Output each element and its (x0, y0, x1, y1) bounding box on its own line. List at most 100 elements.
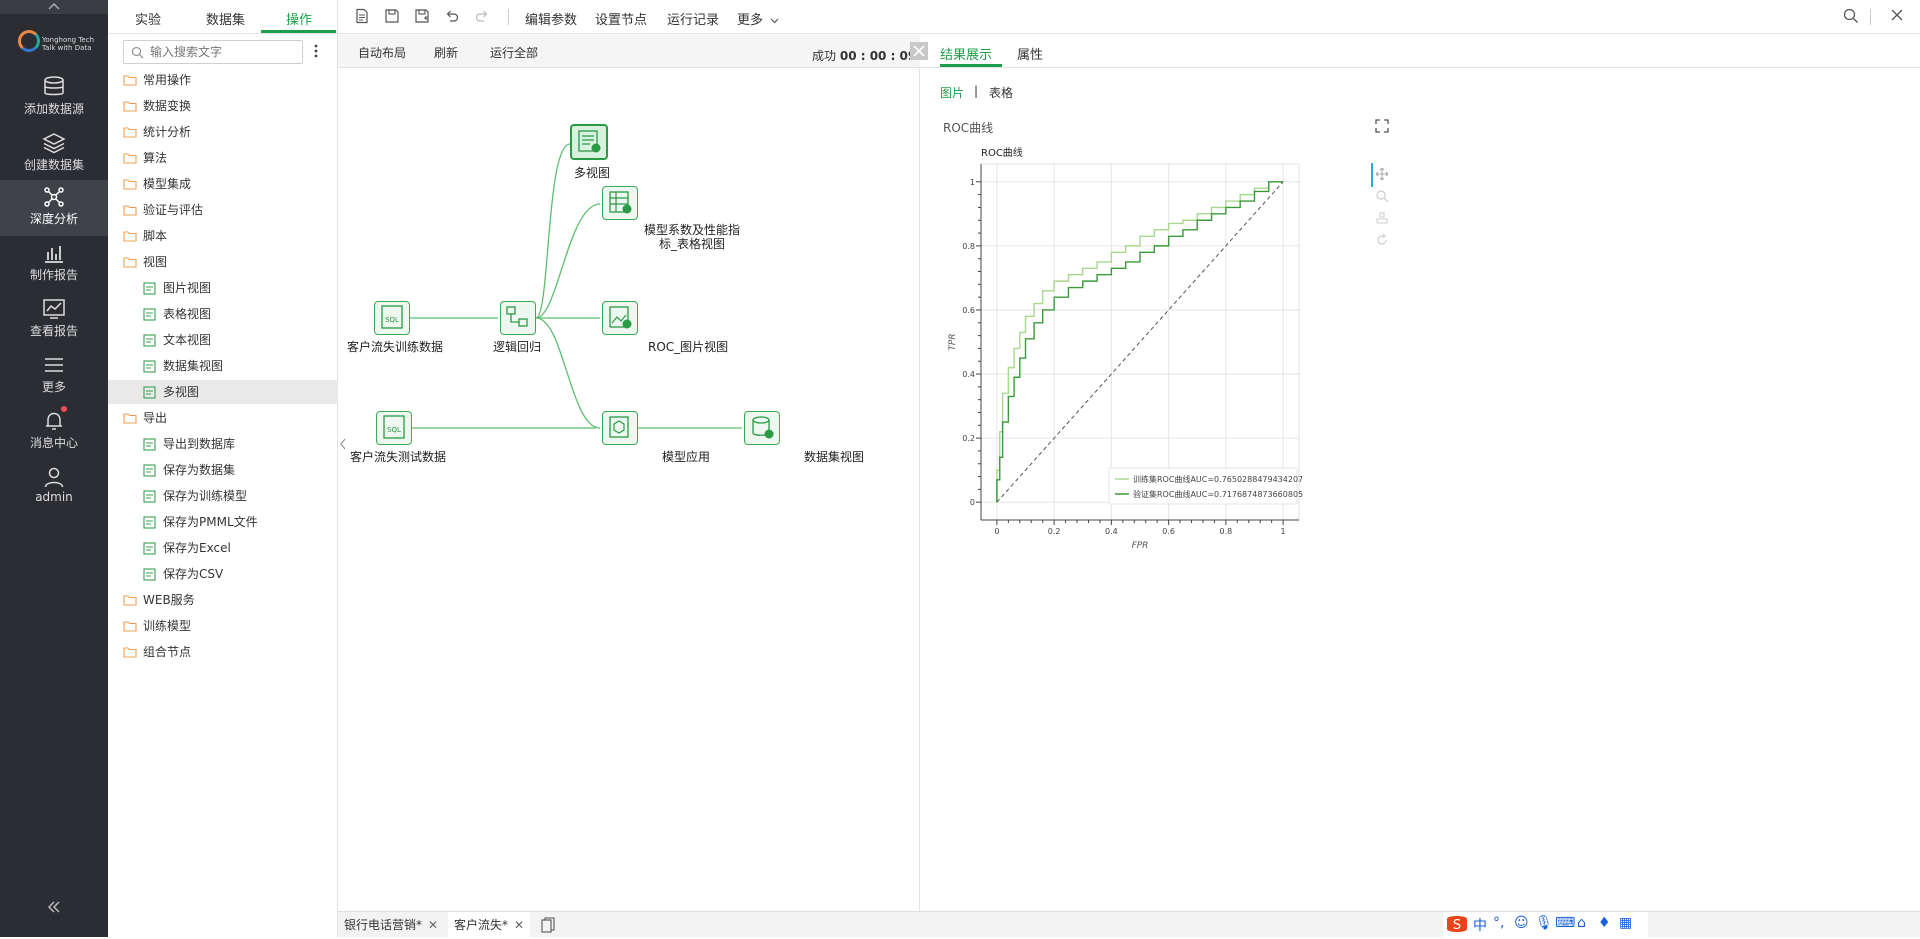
chevron-down-icon (770, 18, 779, 23)
tree-item[interactable]: 保存为Excel (108, 536, 338, 560)
tree-folder[interactable]: 常用操作 (108, 68, 338, 92)
tree-folder[interactable]: 算法 (108, 146, 338, 170)
more-options-button[interactable] (314, 44, 318, 61)
canvas-collapse-handle[interactable] (338, 434, 348, 454)
tree-folder[interactable]: 数据变换 (108, 94, 338, 118)
ime-lang[interactable]: 中 (1473, 915, 1487, 935)
ime-skin-icon[interactable]: ♦ (1598, 915, 1611, 931)
operator-icon (143, 360, 156, 373)
node-multiview[interactable] (570, 124, 608, 160)
tree-item[interactable]: 多视图 (108, 380, 338, 404)
node-label-line: 标_表格视图 (659, 237, 726, 251)
close-icon[interactable] (1890, 8, 1904, 22)
auto-layout-button[interactable]: 自动布局 (358, 44, 406, 61)
undo-icon[interactable] (444, 8, 460, 24)
tree-folder[interactable]: 验证与评估 (108, 198, 338, 222)
node-coef-table-view[interactable] (602, 186, 638, 220)
nav-deep-analysis[interactable]: 深度分析 (0, 180, 108, 236)
tab-result-display[interactable]: 结果展示 (940, 44, 992, 63)
node-logistic-regression[interactable] (500, 301, 536, 335)
nav-more[interactable]: 更多 (0, 348, 108, 404)
new-file-icon[interactable] (354, 8, 370, 24)
nav-collapse-up[interactable] (0, 0, 108, 14)
node-label: 客户流失测试数据 (350, 450, 447, 464)
tab-operations[interactable]: 操作 (286, 9, 312, 28)
more-label: 更多 (737, 13, 764, 28)
ime-mic-icon[interactable]: 🎙 (1535, 915, 1553, 931)
tree-item[interactable]: 图片视图 (108, 276, 338, 300)
tree-folder[interactable]: 导出 (108, 406, 338, 430)
close-icon[interactable]: ✕ (514, 918, 524, 932)
node-roc-picture-view[interactable] (602, 301, 638, 335)
node-dataset-view[interactable] (744, 411, 780, 445)
ime-menu-icon[interactable]: ▦ (1619, 915, 1632, 931)
node-train-data[interactable]: SQL (374, 301, 410, 335)
search-icon[interactable] (1843, 8, 1859, 24)
double-chevron-left-icon (47, 901, 60, 913)
run-all-button[interactable]: 运行全部 (490, 44, 538, 61)
ime-punct-icon[interactable]: °, (1493, 915, 1504, 931)
ime-emoji-icon[interactable]: ☺ (1514, 915, 1529, 931)
nav-view-report[interactable]: 查看报告 (0, 292, 108, 348)
folder-icon (123, 205, 137, 216)
tree-item[interactable]: 数据集视图 (108, 354, 338, 378)
workflow-canvas[interactable]: SQL 客户流失训练数据 逻辑回归 多视图 模型系数及性能指 标_表格视图 ROC… (338, 68, 920, 911)
doc-tab-customer-churn[interactable]: 客户流失* ✕ (448, 912, 531, 938)
more-menu-button[interactable]: 更多 (737, 9, 779, 28)
copy-icon[interactable] (541, 917, 555, 933)
run-log-button[interactable]: 运行记录 (667, 9, 719, 28)
zoom-tool[interactable] (1375, 189, 1389, 206)
ime-tools-icon[interactable]: ⌂ (1577, 915, 1586, 931)
toolbar-divider (508, 9, 509, 25)
tree-folder[interactable]: 脚本 (108, 224, 338, 248)
refresh-button[interactable]: 刷新 (434, 44, 458, 61)
tree-folder[interactable]: 组合节点 (108, 640, 338, 664)
table-view-icon (609, 191, 632, 214)
tree-item[interactable]: 保存为数据集 (108, 458, 338, 482)
nav-create-dataset[interactable]: 创建数据集 (0, 126, 108, 182)
pan-tool[interactable] (1375, 167, 1389, 184)
ime-keyboard-icon[interactable]: ⌨ (1555, 915, 1575, 931)
tree-item[interactable]: 文本视图 (108, 328, 338, 352)
tree-item[interactable]: 保存为CSV (108, 562, 338, 586)
node-test-data[interactable]: SQL (376, 411, 412, 445)
save-icon[interactable] (384, 8, 400, 24)
node-model-apply[interactable] (602, 411, 638, 445)
tree-label: 保存为训练模型 (163, 489, 248, 503)
tree-item[interactable]: 表格视图 (108, 302, 338, 326)
tree-folder[interactable]: 训练模型 (108, 614, 338, 638)
tab-properties[interactable]: 属性 (1017, 44, 1043, 63)
node-label: 模型应用 (662, 450, 711, 464)
tab-experiment[interactable]: 实验 (135, 9, 161, 28)
reset-tool[interactable] (1375, 233, 1389, 250)
tree-item[interactable]: 保存为PMML文件 (108, 510, 338, 534)
close-icon[interactable]: ✕ (428, 918, 438, 932)
folder-icon (123, 257, 137, 268)
save-tool[interactable] (1375, 211, 1389, 228)
search-input[interactable] (148, 43, 298, 61)
tree-folder[interactable]: WEB服务 (108, 588, 338, 612)
subtab-table[interactable]: 表格 (989, 84, 1013, 101)
redo-icon[interactable] (474, 8, 490, 24)
nav-collapse-button[interactable] (46, 900, 62, 917)
operator-icon (143, 516, 156, 529)
nav-message-center[interactable]: 消息中心 (0, 404, 108, 460)
save-as-icon[interactable] (414, 8, 430, 24)
expand-button[interactable] (1375, 119, 1389, 136)
nav-user[interactable]: admin (0, 460, 108, 516)
tree-item[interactable]: 导出到数据库 (108, 432, 338, 456)
doc-tab-bank-marketing[interactable]: 银行电话营销* ✕ (338, 912, 444, 938)
tab-dataset[interactable]: 数据集 (206, 9, 245, 28)
folder-icon (123, 75, 137, 86)
tree-folder[interactable]: 统计分析 (108, 120, 338, 144)
tree-folder[interactable]: 模型集成 (108, 172, 338, 196)
set-node-button[interactable]: 设置节点 (595, 9, 647, 28)
tree-item[interactable]: 保存为训练模型 (108, 484, 338, 508)
nav-make-report[interactable]: 制作报告 (0, 236, 108, 292)
nav-add-datasource[interactable]: 添加数据源 (0, 70, 108, 126)
subtab-image[interactable]: 图片 (940, 84, 964, 101)
active-tab-indicator (261, 30, 336, 33)
sql-icon: SQL (381, 305, 403, 329)
edit-params-button[interactable]: 编辑参数 (525, 9, 577, 28)
tree-folder[interactable]: 视图 (108, 250, 338, 274)
